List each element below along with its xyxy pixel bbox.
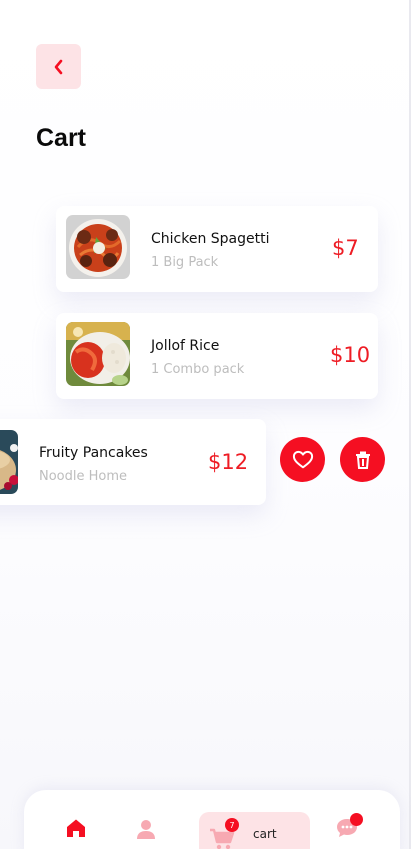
cart-screen: Cart Chicken Spagetti 1 Big Pack $7 Joll…: [0, 0, 411, 849]
page-title: Cart: [36, 124, 87, 152]
notification-dot: [350, 813, 363, 826]
item-subtitle: Noodle Home: [39, 469, 128, 484]
home-icon: [67, 819, 85, 837]
cart-item-card[interactable]: Chicken Spagetti 1 Big Pack $7: [56, 206, 378, 292]
favorite-button[interactable]: [280, 437, 325, 482]
item-price: $12: [208, 450, 249, 474]
item-image: [0, 430, 18, 494]
item-subtitle: 1 Big Pack: [151, 255, 219, 270]
item-price: $7: [332, 236, 359, 260]
chevron-left-icon: [54, 59, 62, 74]
item-name: Jollof Rice: [151, 338, 220, 354]
item-image: [66, 215, 130, 279]
nav-home[interactable]: [62, 814, 90, 842]
item-image: [66, 322, 130, 386]
item-price: $10: [330, 343, 371, 367]
back-button[interactable]: [36, 44, 81, 89]
profile-icon: [137, 820, 155, 839]
item-name: Fruity Pancakes: [39, 445, 148, 461]
cart-tab-label: cart: [253, 827, 277, 841]
item-name: Chicken Spagetti: [151, 231, 270, 247]
nav-profile[interactable]: [132, 816, 160, 844]
heart-icon: [292, 450, 313, 468]
item-subtitle: 1 Combo pack: [151, 362, 245, 377]
delete-button[interactable]: [340, 437, 385, 482]
bottom-nav: 7 cart: [24, 790, 400, 849]
cart-item-card[interactable]: Fruity Pancakes Noodle Home $12: [0, 419, 266, 505]
cart-count-badge: 7: [225, 818, 239, 832]
cart-item-card[interactable]: Jollof Rice 1 Combo pack $10: [56, 313, 378, 399]
nav-cart-tab[interactable]: 7 cart: [199, 812, 310, 849]
trash-icon: [355, 451, 370, 469]
